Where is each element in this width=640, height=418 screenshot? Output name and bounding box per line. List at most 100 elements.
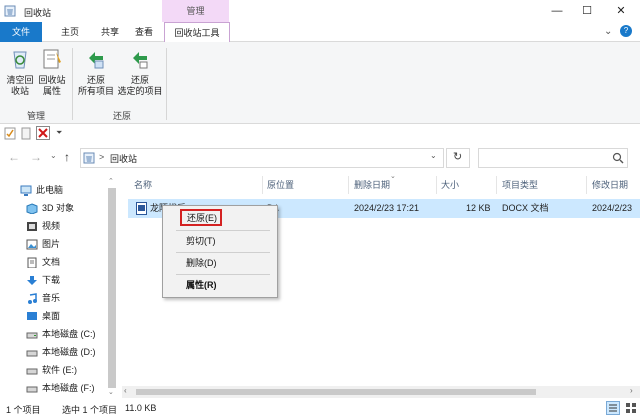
tab-home[interactable]: 主页 [50, 22, 90, 42]
scroll-left-icon[interactable]: ‹ [124, 386, 127, 395]
scroll-up-icon[interactable]: ⌃ [108, 177, 114, 185]
group-restore-label: 还原 [112, 111, 131, 121]
context-tab-header: 管理 [162, 0, 229, 22]
column-header-modified[interactable]: 修改日期 [592, 176, 628, 194]
forward-arrow-icon[interactable]: → [30, 150, 42, 164]
delete-x-icon[interactable] [36, 126, 50, 140]
menu-item-properties[interactable]: 属性(R) [186, 277, 217, 293]
restore-all-button[interactable]: 还原 所有项目 [76, 48, 116, 97]
nav-item-desktop[interactable]: 桌面 [26, 307, 60, 325]
help-icon[interactable]: ? [620, 25, 632, 37]
nav-item-this-pc[interactable]: 此电脑 [20, 181, 63, 199]
bin-props-label-1: 回收站 [38, 75, 66, 85]
video-icon [27, 222, 37, 232]
nav-item-drive-f[interactable]: 本地磁盘 (F:) [26, 379, 95, 397]
column-divider[interactable] [586, 176, 587, 194]
file-deleted-date: 2024/2/23 17:21 [354, 203, 420, 213]
menu-item-restore[interactable]: 还原(E) [187, 210, 217, 226]
column-header-type[interactable]: 项目类型 [502, 176, 538, 194]
nav-label: 音乐 [42, 293, 61, 303]
column-header-size[interactable]: 大小 [441, 176, 459, 194]
nav-label: 此电脑 [36, 185, 64, 195]
column-divider[interactable] [262, 176, 263, 194]
properties-check-icon[interactable] [4, 127, 16, 140]
column-divider[interactable] [496, 176, 497, 194]
status-size: 11.0 KB [125, 403, 157, 413]
recycle-bin-small-icon [83, 152, 95, 164]
empty-bin-label-2: 收站 [10, 86, 29, 96]
scroll-down-icon[interactable]: ⌄ [108, 388, 114, 396]
nav-item-downloads[interactable]: 下载 [26, 271, 60, 289]
music-icon [28, 293, 37, 305]
nav-label: 图片 [42, 239, 61, 249]
restore-selected-label-1: 还原 [130, 75, 149, 85]
menu-item-delete[interactable]: 删除(D) [186, 255, 217, 271]
ribbon-group-divider [72, 48, 73, 120]
nav-item-music[interactable]: 音乐 [26, 289, 60, 307]
menu-divider [176, 274, 270, 275]
refresh-icon: ↻ [453, 151, 463, 163]
large-icons-view-icon[interactable] [624, 401, 638, 415]
tab-file[interactable]: 文件 [0, 22, 42, 42]
nav-label: 本地磁盘 (F:) [42, 383, 95, 393]
nav-label: 视频 [42, 221, 61, 231]
status-item-count: 1 个项目 [6, 405, 41, 415]
empty-bin-label-1: 清空回 [6, 75, 34, 85]
nav-label: 下载 [42, 275, 61, 285]
new-document-icon[interactable] [20, 127, 32, 140]
documents-icon [27, 257, 37, 269]
window-system-divider [0, 4, 4, 18]
drive-icon [26, 386, 38, 393]
column-header-deleted[interactable]: 删除日期 [354, 176, 390, 194]
status-selected: 选中 1 个项目 [62, 405, 118, 415]
pictures-icon [26, 239, 38, 250]
window-title: 回收站 [24, 8, 52, 18]
nav-item-documents[interactable]: 文档 [26, 253, 60, 271]
search-input[interactable] [478, 148, 628, 168]
tab-recycle-bin-tools[interactable]: 回收站工具 [164, 22, 230, 43]
tab-view[interactable]: 查看 [124, 22, 164, 42]
drive-icon [26, 332, 38, 339]
nav-item-videos[interactable]: 视频 [26, 217, 60, 235]
up-arrow-icon[interactable]: ↑ [64, 150, 70, 164]
scroll-right-icon[interactable]: › [630, 386, 633, 395]
file-modified-date: 2024/2/23 [592, 203, 633, 213]
restore-all-icon [89, 52, 104, 69]
bin-properties-button[interactable]: 回收站 属性 [36, 48, 68, 97]
drive-icon [26, 368, 38, 375]
restore-all-label-2: 所有项目 [77, 86, 114, 96]
bin-props-label-2: 属性 [42, 86, 61, 96]
empty-recycle-bin-button[interactable]: 清空回 收站 [4, 48, 36, 97]
column-divider[interactable] [436, 176, 437, 194]
nav-scrollbar-thumb[interactable] [108, 188, 116, 388]
nav-item-drive-c[interactable]: 本地磁盘 (C:) [26, 325, 96, 343]
recycle-bin-icon [4, 5, 16, 17]
desktop-icon [27, 312, 37, 321]
download-arrow-icon [27, 276, 37, 286]
menu-item-cut[interactable]: 剪切(T) [186, 233, 216, 249]
nav-item-drive-d[interactable]: 本地磁盘 (D:) [26, 343, 96, 361]
nav-item-3d-objects[interactable]: 3D 对象 [26, 199, 74, 217]
empty-bin-icon [13, 51, 27, 69]
cube-icon [26, 203, 38, 215]
column-divider[interactable] [348, 176, 349, 194]
back-arrow-icon[interactable]: ← [8, 150, 20, 164]
nav-item-pictures[interactable]: 图片 [26, 235, 60, 253]
nav-label: 桌面 [42, 311, 61, 321]
close-button[interactable]: ✕ [598, 0, 640, 22]
horizontal-scrollbar-thumb[interactable] [136, 389, 536, 395]
nav-item-drive-e[interactable]: 软件 (E:) [26, 361, 77, 379]
breadcrumb-recycle-bin[interactable]: 回收站 [110, 152, 137, 165]
column-header-name[interactable]: 名称 [134, 176, 152, 194]
recent-dropdown-icon[interactable]: ⌄ [50, 151, 57, 160]
collapse-ribbon-icon[interactable]: ⌄ [604, 26, 612, 37]
column-header-location[interactable]: 原位置 [267, 176, 294, 194]
ribbon-group-divider [166, 48, 167, 120]
file-type: DOCX 文档 [502, 203, 549, 213]
menu-divider [176, 252, 270, 253]
details-view-icon[interactable] [606, 401, 620, 415]
address-dropdown-icon[interactable]: ⌄ [430, 151, 437, 160]
customize-toolbar-icon[interactable]: ⏷ [56, 128, 62, 138]
restore-selected-button[interactable]: 还原 选定的项目 [116, 48, 164, 97]
drive-icon [26, 350, 38, 357]
